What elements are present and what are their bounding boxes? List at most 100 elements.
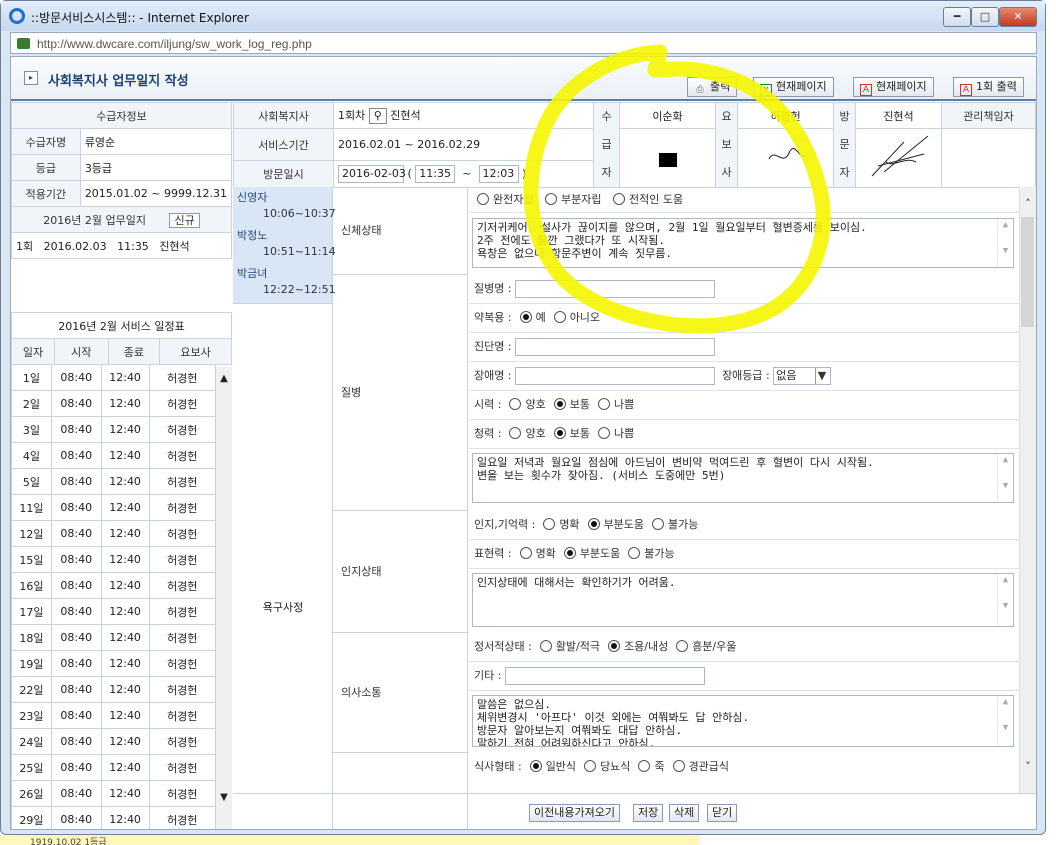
site-icon [17,38,30,49]
textarea-scrollbar[interactable]: ▲ ▼ [997,454,1013,502]
visit-date-input[interactable]: 2016-02-03 [338,165,406,183]
disability-grade-select[interactable]: 없음 ▼ [773,367,832,385]
opt-partial-label: 부분자립 [560,193,602,206]
search-icon[interactable]: ⚲ [368,108,387,124]
schedule-cell: 26일 [11,780,52,807]
disease-notes-textarea[interactable]: 일요일 저녁과 월요일 점심에 아드님이 변비약 먹여드린 후 혈변이 다시 시… [472,453,1014,503]
schedule-row[interactable]: 5일 08:40 12:40 허경헌 [11,468,216,495]
delete-button[interactable]: 삭제 [669,804,700,822]
radio-hear-normal[interactable] [553,427,566,439]
new-button[interactable]: 신규 [169,212,200,228]
staff-name-1[interactable]: 신영자 [237,189,267,205]
etc-input[interactable] [504,667,705,685]
close-button[interactable]: 닫기 [707,804,738,822]
schedule-row[interactable]: 29일 08:40 12:40 허경헌 [11,806,216,829]
schedule-cell: 16일 [11,572,52,599]
bottom-button-bar: 이전내용가져오기 저장 삭제 닫기 [233,793,1036,829]
maximize-button[interactable]: □ [971,7,999,27]
radio-expr-partial[interactable] [563,547,576,559]
staff-name-3[interactable]: 박금녀 [237,265,267,281]
end-time-input[interactable]: 12:03 [478,165,519,183]
radio-med-no[interactable] [553,311,566,323]
diagnosis-label: 진단명 : [474,340,512,353]
worklog-entry[interactable]: 1회 2016.02.03 11:35 진현석 [11,232,232,259]
disease-name-input[interactable] [515,280,716,298]
scroll-up-icon[interactable]: ▲ [216,373,232,384]
body-notes-textarea[interactable]: 기저귀케어. 설사가 끊이지를 않으며, 2월 1일 월요일부터 혈변증세를 보… [472,218,1014,268]
radio-emotion-excited[interactable] [676,640,689,652]
schedule-row[interactable]: 17일 08:40 12:40 허경헌 [11,598,216,625]
communication-notes-textarea[interactable]: 말씀은 없으심. 체위변경시 '아프다' 이것 외에는 여쭤봐도 답 안하심. … [472,695,1014,747]
radio-memory-partial[interactable] [587,518,600,530]
radio-sight-good[interactable] [509,398,522,410]
radio-meal-normal[interactable] [529,760,542,772]
textarea-scrollbar[interactable]: ▲ ▼ [997,696,1013,746]
schedule-cell: 4일 [11,442,52,469]
etc-label: 기타 : [474,669,502,682]
radio-meal-porridge[interactable] [638,760,651,772]
scroll-down-icon[interactable]: ˅ [1020,760,1036,773]
schedule-row[interactable]: 2일 08:40 12:40 허경헌 [11,390,216,417]
radio-emotion-calm[interactable] [608,640,620,652]
radio-full-independence[interactable] [477,193,489,205]
save-button[interactable]: 저장 [633,804,664,822]
start-time-input[interactable]: 11:35 [415,165,456,183]
schedule-cell: 08:40 [50,442,102,469]
excel-current-page-button[interactable]: x 현재페이지 [753,77,834,97]
staff-name-2[interactable]: 박정노 [237,227,267,243]
worklog-row[interactable]: 1회 2016.02.03 11:35 진현석 [11,232,232,259]
radio-full-assistance[interactable] [612,193,625,205]
schedule-cell: 19일 [11,650,52,677]
schedule-row[interactable]: 26일 08:40 12:40 허경헌 [11,780,216,807]
manager-label: 관리책임자 [941,102,1036,129]
radio-med-yes[interactable] [519,311,532,323]
schedule-row[interactable]: 23일 08:40 12:40 허경헌 [11,702,216,729]
address-bar[interactable]: http://www.dwcare.com/iljung/sw_work_log… [10,32,1037,54]
print-button[interactable]: ⎙ 출력 [687,77,738,97]
main-scroll-thumb[interactable] [1021,217,1034,327]
disability-input[interactable] [515,367,716,385]
schedule-row[interactable]: 24일 08:40 12:40 허경헌 [11,728,216,755]
radio-memory-unable[interactable] [652,518,665,530]
schedule-row[interactable]: 3일 08:40 12:40 허경헌 [11,416,216,443]
radio-memory-clear[interactable] [543,518,556,530]
schedule-cell: 12:40 [100,468,150,495]
schedule-cell: 12:40 [100,624,150,651]
radio-partial-independence[interactable] [544,193,557,205]
disability-grade-value: 없음 [776,369,797,382]
schedule-row[interactable]: 19일 08:40 12:40 허경헌 [11,650,216,677]
schedule-row[interactable]: 16일 08:40 12:40 허경헌 [11,572,216,599]
radio-sight-bad[interactable] [597,398,610,410]
schedule-row[interactable]: 18일 08:40 12:40 허경헌 [11,624,216,651]
scroll-up-icon[interactable]: ˄ [1020,197,1036,210]
pdf-current-page-button[interactable]: A 현재페이지 [853,77,934,97]
radio-expr-unable[interactable] [628,547,641,559]
print-once-button[interactable]: A 1회 출력 [953,77,1024,97]
radio-meal-diabetic[interactable] [584,760,597,772]
radio-meal-tube[interactable] [672,760,685,772]
load-previous-button[interactable]: 이전내용가져오기 [529,804,620,822]
schedule-body[interactable]: 1일 08:40 12:40 허경헌 2일 08:40 12:40 허경헌 3일 08:40 12:… [11,364,216,829]
close-window-button[interactable]: ✕ [999,7,1037,27]
radio-emotion-active[interactable] [539,640,552,652]
radio-hear-bad[interactable] [597,427,610,439]
schedule-row[interactable]: 15일 08:40 12:40 허경헌 [11,546,216,573]
url-text[interactable]: http://www.dwcare.com/iljung/sw_work_log… [37,37,312,51]
cognitive-notes-textarea[interactable]: 인지상태에 대해서는 확인하기가 어려움. ▲ ▼ [472,573,1014,627]
schedule-cell: 12:40 [100,728,150,755]
radio-sight-normal[interactable] [553,398,566,410]
diagnosis-input[interactable] [515,338,716,356]
schedule-scrollbar[interactable]: ▲ ▼ [216,367,232,829]
textarea-scrollbar[interactable]: ▲ ▼ [997,574,1013,626]
schedule-row[interactable]: 12일 08:40 12:40 허경헌 [11,520,216,547]
schedule-row[interactable]: 4일 08:40 12:40 허경헌 [11,442,216,469]
radio-expr-clear[interactable] [519,547,532,559]
textarea-scrollbar[interactable]: ▲ ▼ [997,219,1013,267]
radio-hear-good[interactable] [509,427,522,439]
minimize-button[interactable]: ━ [943,7,971,27]
schedule-row[interactable]: 22일 08:40 12:40 허경헌 [11,676,216,703]
schedule-row[interactable]: 1일 08:40 12:40 허경헌 [11,364,216,391]
scroll-down-icon[interactable]: ▼ [216,792,232,803]
schedule-row[interactable]: 11일 08:40 12:40 허경헌 [11,494,216,521]
schedule-row[interactable]: 25일 08:40 12:40 허경헌 [11,754,216,781]
